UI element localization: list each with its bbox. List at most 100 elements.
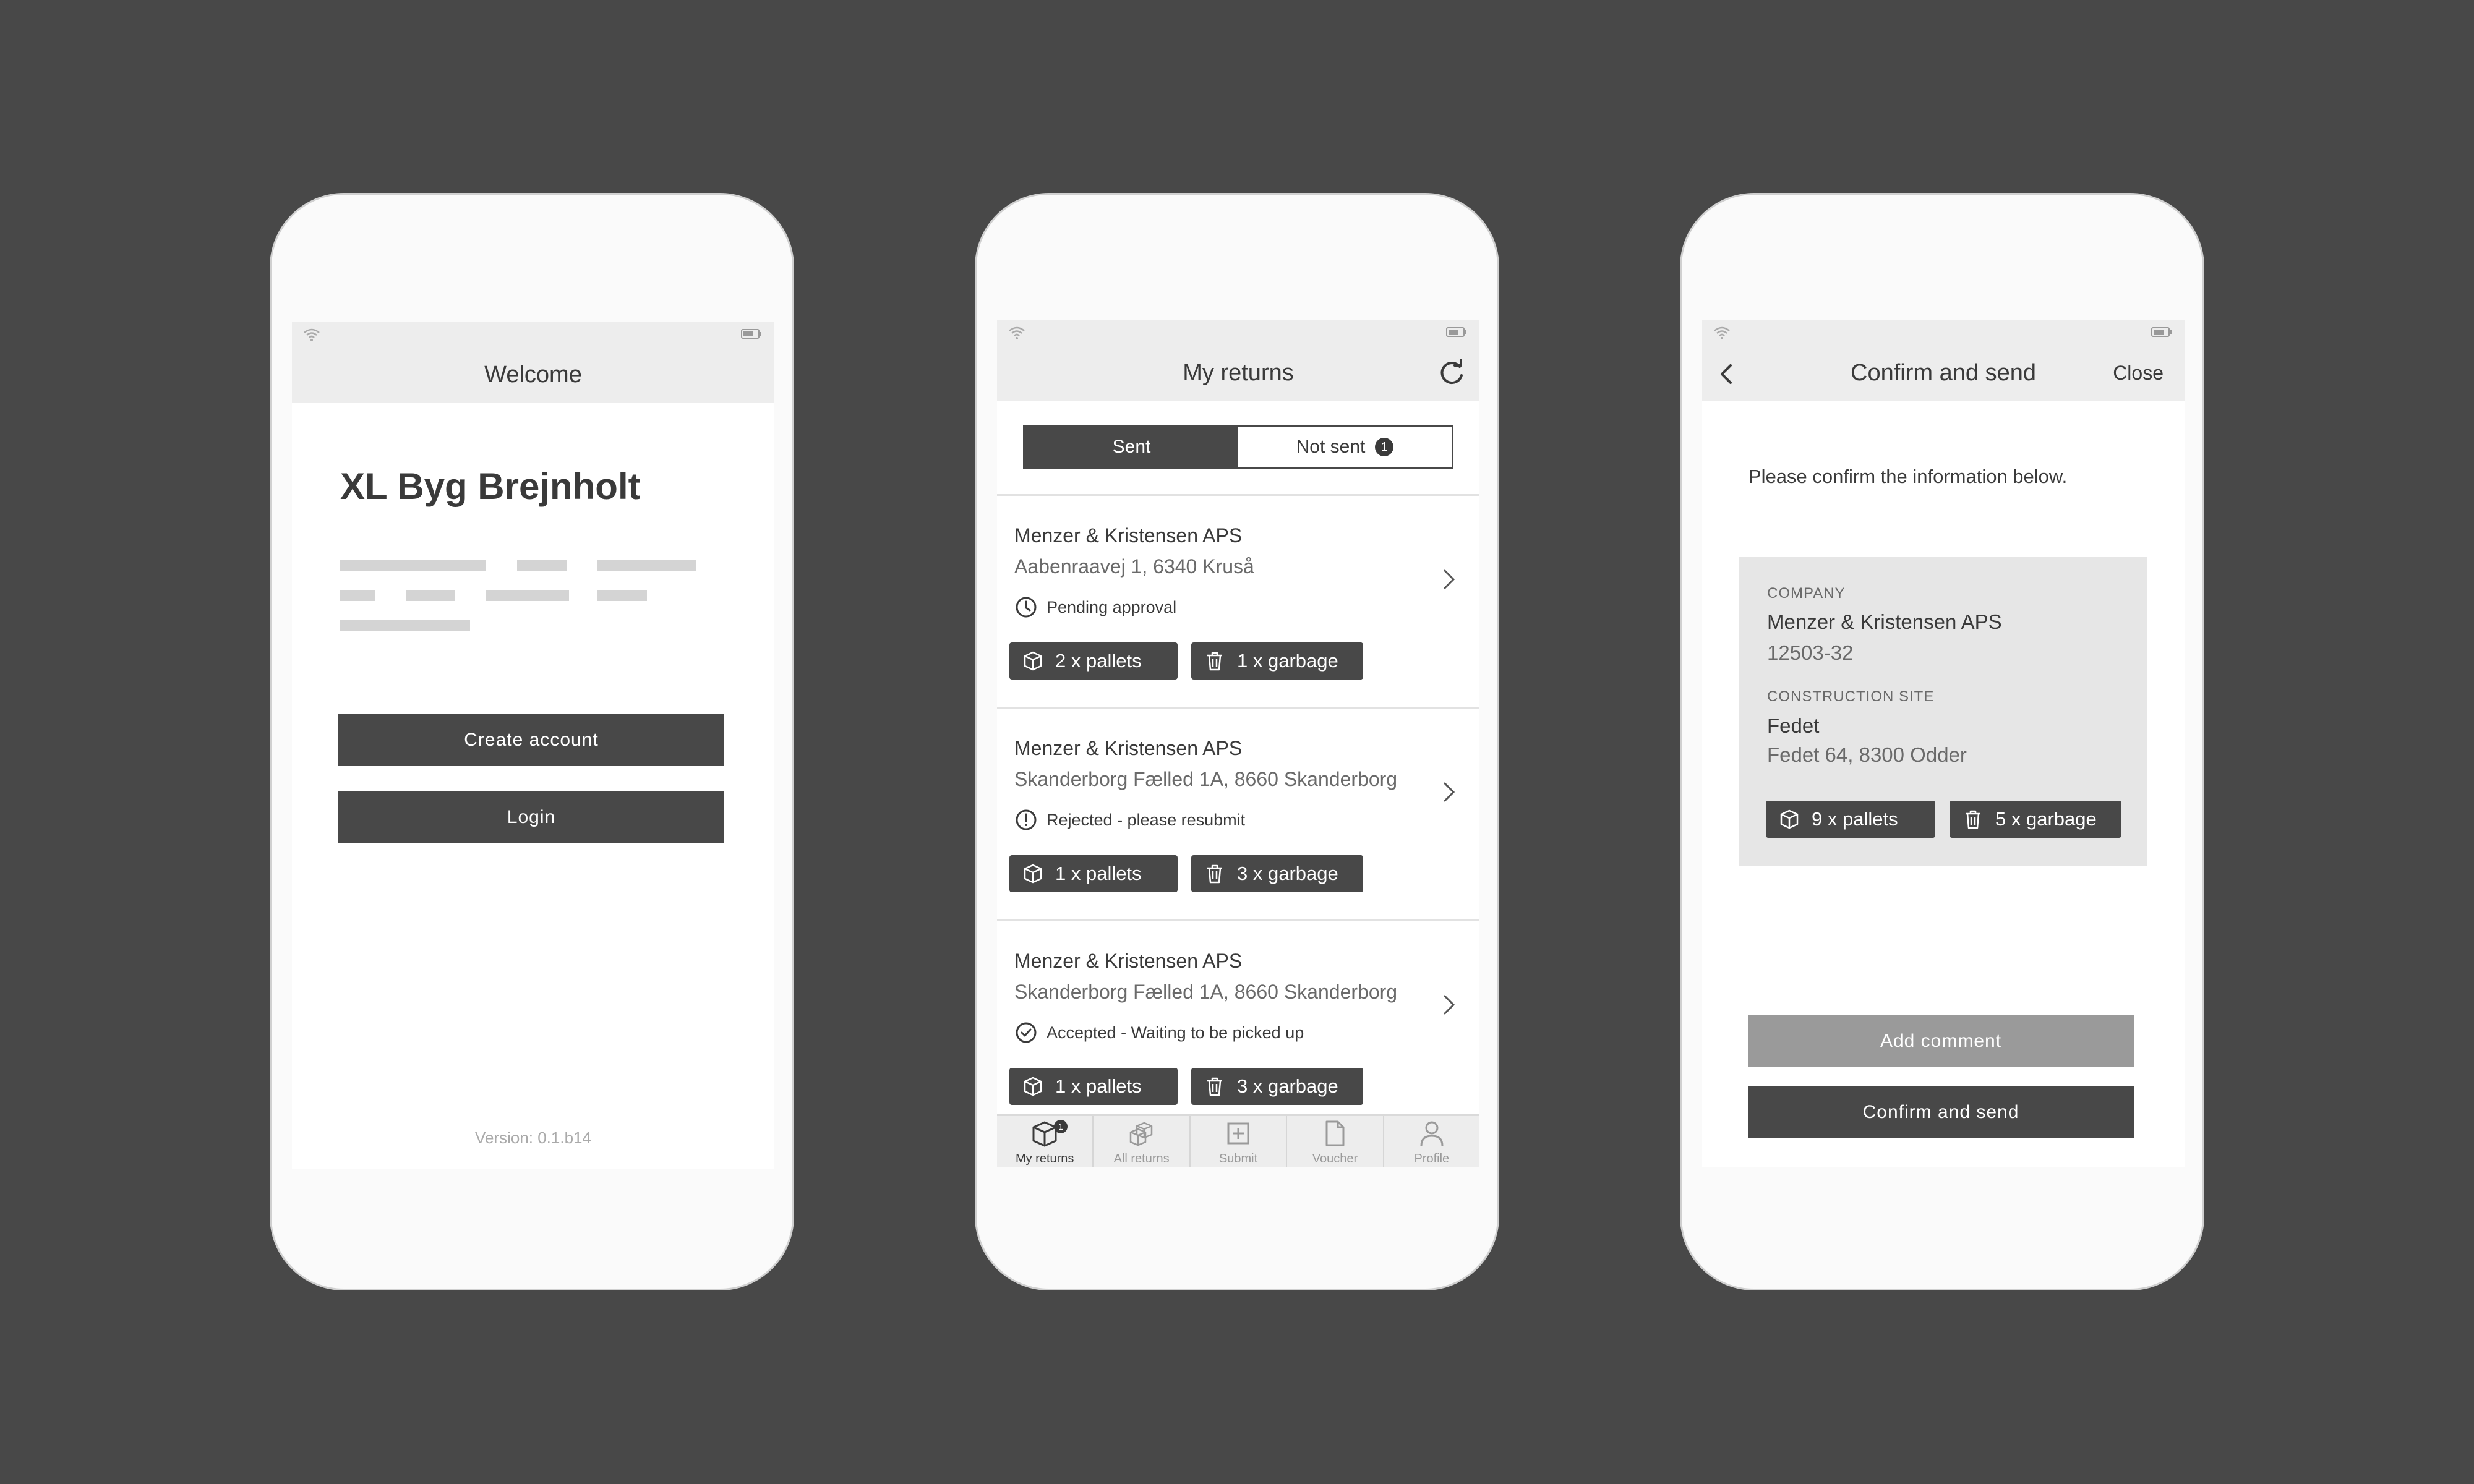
phone-confirm: Confirm and send Close Please confirm th… [1680,193,2204,1290]
return-company: Menzer & Kristensen APS [1014,950,1243,972]
page-title: Confirm and send [1851,359,2036,386]
garbage-text: 3 x garbage [1237,1075,1338,1097]
segment-not-sent[interactable]: Not sent 1 [1238,427,1452,467]
create-account-button[interactable]: Create account [338,714,724,766]
pallets-text: 1 x pallets [1055,1075,1142,1097]
plus-square-icon [1227,1122,1249,1145]
battery-icon [2151,327,2172,337]
back-chevron-icon[interactable] [1716,362,1737,386]
tab-voucher[interactable]: Voucher [1286,1116,1382,1167]
box-icon [1780,809,1799,829]
garbage-chip: 1 x garbage [1191,642,1363,680]
add-comment-button[interactable]: Add comment [1748,1015,2134,1067]
person-icon [1420,1121,1444,1146]
pallets-chip: 9 x pallets [1766,801,1935,838]
return-item[interactable]: Menzer & Kristensen APS Skanderborg Fæll… [997,921,1479,1132]
garbage-chip: 5 x garbage [1950,801,2121,838]
return-status-text: Rejected - please resubmit [1047,810,1246,829]
return-address: Skanderborg Fælled 1A, 8660 Skanderborg [1014,768,1398,790]
return-company: Menzer & Kristensen APS [1014,737,1243,759]
welcome-screen: Welcome XL Byg Brejnholt Create account … [292,322,774,1169]
wifi-icon [1009,326,1025,339]
tab-submit[interactable]: Submit [1189,1116,1286,1167]
chevron-right-icon [1444,995,1455,1015]
page-title: My returns [1183,359,1294,386]
pallets-text: 1 x pallets [1055,863,1142,884]
box-icon [1024,1077,1042,1096]
tab-my-returns[interactable]: 1 My returns [997,1116,1092,1167]
nav-bar: Confirm and send Close [1702,344,2185,401]
site-name: Fedet [1767,714,1820,737]
document-icon [1325,1120,1345,1146]
battery-icon [1446,327,1466,337]
trash-icon [1207,864,1222,884]
returns-screen: My returns Sent Not sent 1 Menzer & Krist… [997,320,1479,1167]
check-icon [1016,1022,1037,1043]
close-button[interactable]: Close [2113,362,2164,385]
alert-icon [1016,809,1037,830]
confirm-screen: Confirm and send Close Please confirm th… [1702,320,2185,1167]
pallets-text: 2 x pallets [1055,650,1142,672]
pallets-chip: 1 x pallets [1009,1068,1178,1105]
return-item[interactable]: Menzer & Kristensen APS Aabenraavej 1, 6… [997,496,1479,706]
battery-icon [741,329,761,339]
trash-icon [1207,652,1222,671]
company-id: 12503-32 [1767,641,1854,664]
page-title: Welcome [484,361,582,388]
segment-not-sent-label: Not sent [1296,437,1366,457]
return-company: Menzer & Kristensen APS [1014,524,1243,547]
garbage-chip: 3 x garbage [1191,855,1363,892]
company-name: Menzer & Kristensen APS [1767,610,2002,633]
tab-label: Voucher [1312,1152,1358,1166]
site-address: Fedet 64, 8300 Odder [1767,743,1967,766]
garbage-chip: 3 x garbage [1191,1068,1363,1105]
phone-welcome: Welcome XL Byg Brejnholt Create account … [270,193,794,1290]
trash-icon [1966,810,1980,829]
tab-bar: 1 My returns All returns Submit Voucher … [997,1114,1479,1167]
refresh-icon[interactable] [1437,359,1466,388]
pallets-chip: 1 x pallets [1009,855,1178,892]
not-sent-badge: 1 [1375,438,1394,456]
version-label: Version: 0.1.b14 [475,1128,591,1147]
intro-text: Please confirm the information below. [1748,466,2068,487]
box-icon [1024,651,1042,671]
tab-label: Submit [1218,1152,1258,1166]
pallets-text: 9 x pallets [1812,808,1898,830]
tab-profile[interactable]: Profile [1382,1116,1479,1167]
return-address: Aabenraavej 1, 6340 Kruså [1014,555,1254,578]
site-label: CONSTRUCTION SITE [1767,688,1935,705]
chevron-right-icon [1444,782,1455,802]
segment-sent[interactable]: Sent [1025,427,1238,467]
trash-icon [1207,1077,1222,1096]
boxes-icon [1129,1122,1152,1146]
login-button[interactable]: Login [338,791,724,843]
return-item[interactable]: Menzer & Kristensen APS Skanderborg Fæll… [997,709,1479,919]
tab-all-returns[interactable]: All returns [1092,1116,1189,1167]
garbage-text: 5 x garbage [1995,808,2097,830]
clock-icon [1016,597,1037,618]
tab-label: Profile [1414,1152,1450,1166]
nav-bar: My returns [997,344,1479,401]
summary-box: COMPANY Menzer & Kristensen APS 12503-32… [1739,557,2147,866]
chevron-right-icon [1444,569,1455,589]
tab-label: All returns [1113,1152,1170,1166]
sent-segment-control: Sent Not sent 1 [1023,425,1453,469]
status-bar [292,322,774,346]
confirm-and-send-button[interactable]: Confirm and send [1748,1086,2134,1138]
wifi-icon [304,328,320,341]
return-status: Pending approval [1014,595,1176,620]
return-status: Rejected - please resubmit [1014,808,1245,832]
garbage-text: 1 x garbage [1237,650,1338,672]
garbage-text: 3 x garbage [1237,863,1338,884]
status-bar [997,320,1479,344]
company-label: COMPANY [1767,585,1846,602]
brand-title: XL Byg Brejnholt [340,466,641,507]
return-address: Skanderborg Fælled 1A, 8660 Skanderborg [1014,981,1398,1003]
return-status: Accepted - Waiting to be picked up [1014,1020,1304,1045]
tab-badge: 1 [1054,1120,1068,1133]
segment-sent-label: Sent [1112,437,1151,457]
status-bar [1702,320,2185,344]
return-status-text: Pending approval [1047,597,1177,616]
wifi-icon [1714,326,1730,339]
box-icon [1024,864,1042,884]
